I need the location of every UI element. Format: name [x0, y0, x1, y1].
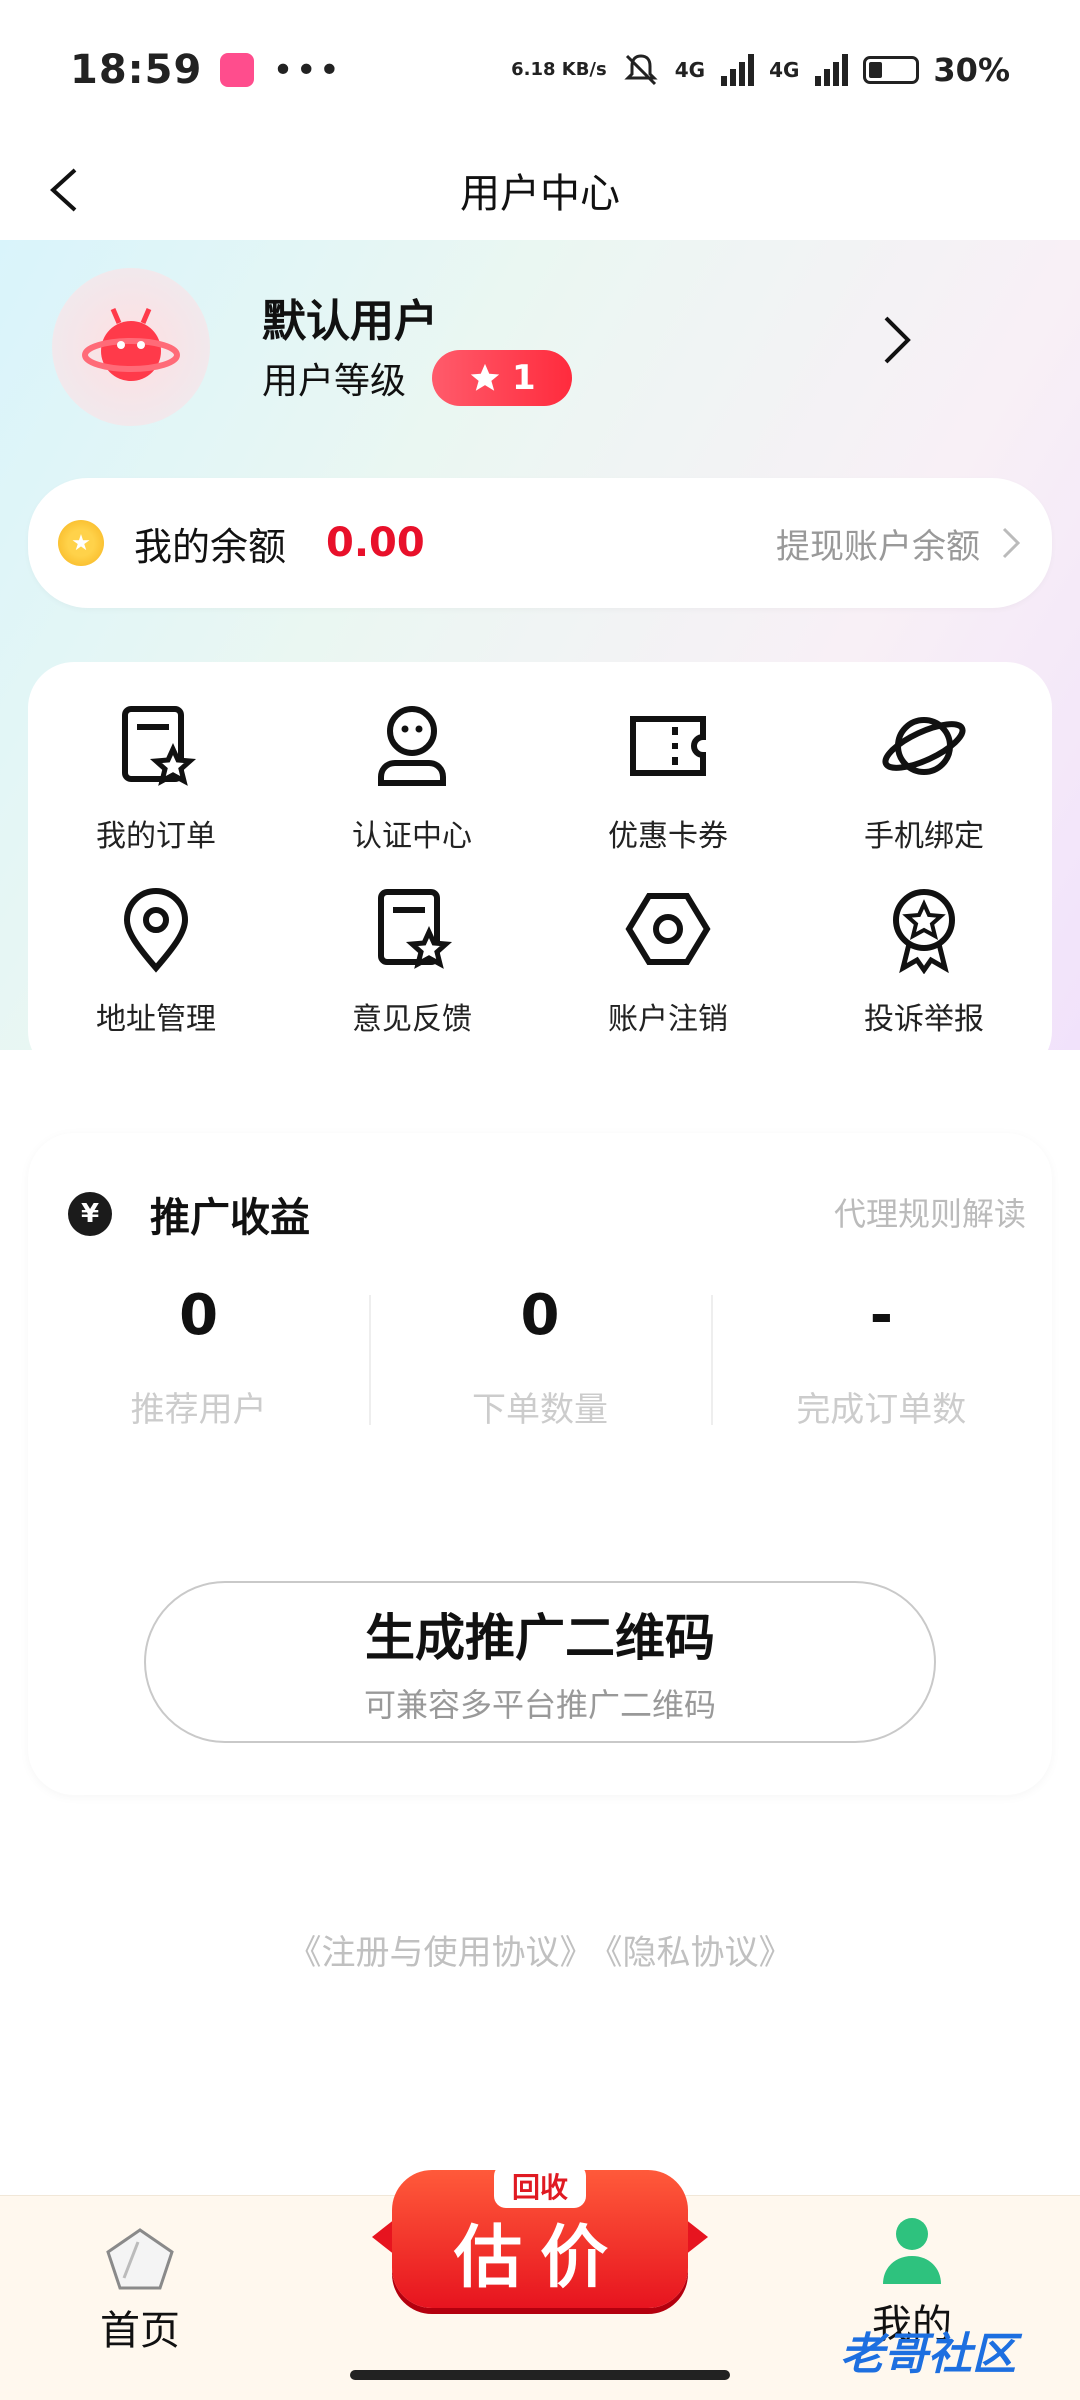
- qr-button-title: 生成推广二维码: [365, 1609, 715, 1667]
- location-pin-icon: [111, 884, 201, 974]
- menu-label: 投诉举报: [864, 1002, 984, 1038]
- watermark-logo: 老哥社区: [840, 2329, 1016, 2380]
- menu-item-address[interactable]: 地址管理: [28, 870, 284, 1054]
- page-title: 用户中心: [460, 171, 620, 217]
- signal-label-1: 4G: [674, 58, 706, 82]
- star-icon: [470, 363, 500, 391]
- qr-button-subtitle: 可兼容多平台推广二维码: [363, 1686, 716, 1724]
- status-bar: 18:59 ••• 6.18 KB/s 4G 4G 30%: [0, 0, 1080, 140]
- menu-item-feedback[interactable]: 意见反馈: [284, 870, 540, 1054]
- register-agreement-link[interactable]: 《注册与使用协议》: [288, 1933, 594, 1973]
- chevron-right-icon: [1002, 527, 1021, 559]
- user-name: 默认用户: [262, 296, 438, 347]
- agreements-links: 《注册与使用协议》 《隐私协议》: [0, 1925, 1080, 1974]
- menu-item-orders[interactable]: 我的订单: [28, 686, 284, 870]
- coin-icon: ★: [58, 520, 104, 566]
- more-notifications-icon: •••: [272, 49, 343, 91]
- chevron-right-icon: [884, 316, 911, 364]
- status-indicators: 6.18 KB/s 4G 4G 30%: [511, 50, 1010, 90]
- order-star-icon: [111, 701, 201, 791]
- mute-bell-icon: [624, 54, 658, 86]
- tab-home[interactable]: 首页: [100, 2226, 180, 2356]
- menu-label: 优惠卡券: [608, 818, 728, 854]
- stat-label: 推荐用户: [130, 1390, 267, 1430]
- function-grid: 我的订单 认证中心 优惠卡券 手机绑定 地址管理 意见反馈 账户注销 投诉举报: [28, 662, 1052, 1077]
- feedback-star-icon: [367, 884, 457, 974]
- balance-amount: 0.00: [326, 520, 425, 566]
- planet-avatar-icon: [82, 308, 180, 381]
- home-indicator[interactable]: [350, 2370, 730, 2380]
- home-pentagon-icon: [106, 2228, 174, 2290]
- battery-icon: [863, 56, 920, 84]
- user-icon: [367, 701, 457, 791]
- stat-label: 下单数量: [471, 1390, 608, 1430]
- stat-referred-users[interactable]: 0 推荐用户: [28, 1283, 369, 1443]
- battery-fill: [869, 62, 883, 78]
- nav-bar: 用户中心: [0, 140, 1080, 240]
- profile-arrow-button[interactable]: [880, 312, 914, 372]
- recycle-estimate-button[interactable]: 回收 估价: [392, 2164, 688, 2308]
- planet-icon: [879, 701, 969, 791]
- signal-bars-icon: [721, 54, 755, 86]
- level-badge: 1: [432, 350, 572, 406]
- stat-value: 0: [520, 1283, 560, 1348]
- hexagon-icon: [623, 884, 713, 974]
- signal-bars-icon: [815, 54, 849, 86]
- app-notification-icon: [220, 53, 255, 87]
- menu-item-verification[interactable]: 认证中心: [284, 686, 540, 870]
- stat-value: 0: [179, 1283, 219, 1348]
- stat-order-count[interactable]: 0 下单数量: [369, 1283, 710, 1443]
- battery-percent: 30%: [933, 51, 1010, 89]
- user-level-row: 用户等级 1: [262, 350, 572, 406]
- status-time: 18:59: [70, 47, 203, 93]
- menu-label: 手机绑定: [864, 818, 984, 854]
- center-button-label: 估价: [453, 2218, 626, 2298]
- withdraw-link[interactable]: 提现账户余额: [776, 519, 980, 568]
- balance-label: 我的余额: [134, 524, 287, 569]
- stat-completed-orders[interactable]: - 完成订单数: [710, 1283, 1052, 1443]
- menu-label: 我的订单: [96, 818, 216, 854]
- menu-label: 认证中心: [352, 818, 472, 854]
- generate-qr-button[interactable]: 生成推广二维码 可兼容多平台推广二维码: [144, 1581, 936, 1743]
- medal-icon: [879, 884, 969, 975]
- menu-item-coupons[interactable]: 优惠卡券: [540, 686, 796, 870]
- menu-item-account-cancel[interactable]: 账户注销: [540, 870, 796, 1054]
- privacy-agreement-link[interactable]: 《隐私协议》: [606, 1933, 793, 1973]
- tab-label: 首页: [100, 2308, 180, 2354]
- yen-icon: ¥: [68, 1192, 112, 1236]
- menu-label: 地址管理: [96, 1002, 216, 1038]
- chevron-left-icon: [50, 168, 77, 212]
- promotion-header: ¥ 推广收益: [68, 1185, 310, 1243]
- stat-value: -: [869, 1283, 893, 1348]
- level-value: 1: [512, 358, 536, 398]
- user-green-icon: [883, 2218, 941, 2284]
- menu-label: 账户注销: [608, 1002, 728, 1038]
- back-button[interactable]: [34, 160, 94, 220]
- signal-label-2: 4G: [769, 58, 800, 82]
- promotion-stats: 0 推荐用户 0 下单数量 - 完成订单数: [28, 1283, 1052, 1443]
- promotion-title: 推广收益: [150, 1195, 310, 1241]
- menu-item-phone-binding[interactable]: 手机绑定: [796, 686, 1052, 870]
- coupon-icon: [623, 701, 713, 791]
- balance-card[interactable]: ★ 我的余额 0.00 提现账户余额: [28, 478, 1052, 608]
- agent-rules-link[interactable]: 代理规则解读: [834, 1189, 1026, 1235]
- center-button-top-label: 回收: [494, 2164, 586, 2208]
- stat-label: 完成订单数: [796, 1390, 967, 1430]
- network-speed: 6.18 KB/s: [511, 59, 607, 80]
- promotion-card: ¥ 推广收益 代理规则解读 0 推荐用户 0 下单数量 - 完成订单数 生成推广…: [28, 1133, 1052, 1795]
- avatar[interactable]: [52, 268, 210, 426]
- menu-item-complaint[interactable]: 投诉举报: [796, 870, 1052, 1054]
- user-level-label: 用户等级: [262, 361, 407, 402]
- menu-label: 意见反馈: [352, 1002, 472, 1038]
